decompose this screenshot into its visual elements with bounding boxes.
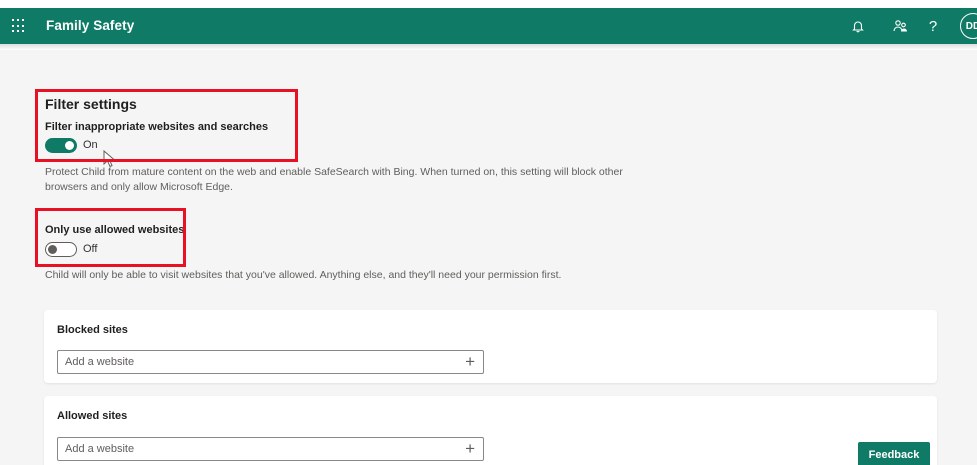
- blocked-sites-card: Blocked sites +: [44, 310, 937, 383]
- avatar[interactable]: DD: [960, 13, 977, 39]
- waffle-icon[interactable]: [12, 19, 26, 33]
- allowed-sites-title: Allowed sites: [57, 410, 128, 422]
- blocked-site-field: +: [57, 350, 484, 374]
- allowed-only-description: Child will only be able to visit website…: [45, 269, 562, 281]
- allowed-sites-card: Allowed sites +: [44, 396, 937, 465]
- help-icon[interactable]: ?: [923, 16, 943, 36]
- add-blocked-site-plus-icon[interactable]: +: [465, 352, 475, 372]
- feedback-button[interactable]: Feedback: [858, 442, 930, 465]
- filter-websites-description: Protect Child from mature content on the…: [45, 166, 623, 193]
- blocked-sites-title: Blocked sites: [57, 324, 128, 336]
- highlight-box-allowed-only: [35, 208, 186, 267]
- allowed-site-field: +: [57, 437, 484, 461]
- people-icon[interactable]: [890, 16, 910, 36]
- allowed-site-input[interactable]: [58, 438, 438, 460]
- add-allowed-site-plus-icon[interactable]: +: [465, 439, 475, 459]
- app-title[interactable]: Family Safety: [46, 18, 134, 33]
- bell-icon[interactable]: [848, 16, 868, 36]
- highlight-box-filter: [35, 89, 298, 162]
- app-header: Family Safety ? DD: [0, 8, 977, 44]
- blocked-site-input[interactable]: [58, 351, 438, 373]
